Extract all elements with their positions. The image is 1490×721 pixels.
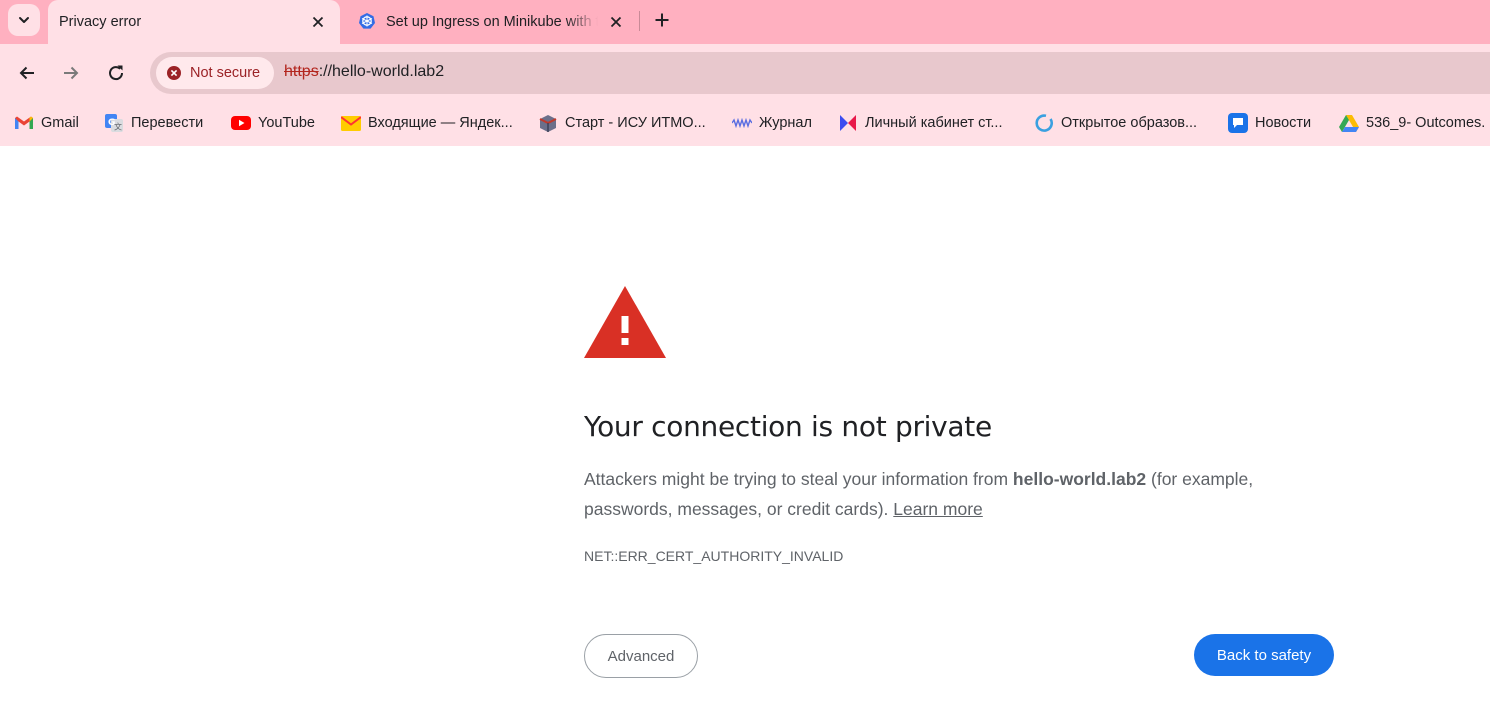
openedu-icon [1034, 113, 1054, 133]
journal-icon [732, 113, 752, 133]
bookmark-drive-outcomes[interactable]: 536_9- Outcomes. [1339, 110, 1485, 136]
reload-icon [109, 65, 124, 81]
url-text[interactable]: https://hello-world.lab2 [284, 63, 444, 81]
interstitial-content: Your connection is not private Attackers… [0, 146, 1490, 721]
advanced-button[interactable]: Advanced [584, 634, 698, 678]
bookmark-label: YouTube [258, 115, 315, 131]
bookmark-translate[interactable]: G 文 Перевести [104, 110, 203, 136]
error-description: Attackers might be trying to steal your … [584, 464, 1324, 524]
gmail-icon [14, 113, 34, 133]
page-title: Your connection is not private [584, 410, 992, 443]
bookmark-openedu[interactable]: Открытое образов... [1034, 110, 1197, 136]
url-host: ://hello-world.lab2 [318, 63, 445, 80]
bookmark-yandex-mail[interactable]: Входящие — Яндек... [341, 110, 513, 136]
news-icon [1228, 113, 1248, 133]
bookmark-label: Журнал [759, 115, 812, 131]
tab-strip: Privacy error Set up Ingress on Minikube… [0, 0, 1490, 44]
bookmark-label: Открытое образов... [1061, 115, 1198, 131]
arrow-right-icon [64, 66, 79, 80]
cabinet-icon [838, 113, 858, 133]
bookmark-label: Gmail [41, 115, 79, 131]
new-tab-button[interactable] [648, 6, 676, 34]
close-icon [610, 16, 622, 28]
bookmarks-bar: Gmail G 文 Перевести YouTube Входящие — Я… [0, 102, 1490, 146]
plus-icon [655, 13, 669, 27]
tab-close-button[interactable] [308, 12, 328, 32]
security-chip[interactable]: Not secure [156, 57, 274, 89]
bookmark-youtube[interactable]: YouTube [231, 110, 315, 136]
svg-text:文: 文 [114, 122, 122, 132]
bookmark-gmail[interactable]: Gmail [14, 110, 79, 136]
desc-host: hello-world.lab2 [1012, 469, 1147, 489]
bookmark-label: Личный кабинет ст... [865, 115, 1003, 131]
forward-button[interactable] [56, 58, 86, 88]
bookmark-news[interactable]: Новости [1228, 110, 1311, 136]
close-icon [312, 16, 324, 28]
address-bar[interactable]: Not secure https://hello-world.lab2 [150, 52, 1490, 94]
tab-title: Set up Ingress on Minikube with the NGIN… [386, 14, 598, 30]
learn-more-link[interactable]: Learn more [893, 499, 983, 519]
bookmark-label: Перевести [131, 115, 204, 131]
warning-triangle-icon [584, 286, 666, 358]
translate-icon: G 文 [104, 113, 124, 133]
toolbar: Not secure https://hello-world.lab2 [0, 44, 1490, 102]
error-circle-icon [167, 66, 181, 80]
yandex-mail-icon [341, 113, 361, 133]
bookmark-label: Новости [1255, 115, 1312, 131]
chevron-down-icon [19, 17, 29, 23]
bookmark-isu-itmo[interactable]: Старт - ИСУ ИТМО... [538, 110, 706, 136]
url-scheme: https [284, 63, 319, 80]
tab-minikube-ingress[interactable]: Set up Ingress on Minikube with the NGIN… [348, 0, 638, 44]
bookmark-label: Входящие — Яндек... [368, 115, 513, 131]
tab-separator [639, 11, 640, 31]
security-chip-label: Not secure [190, 65, 261, 81]
error-code: NET::ERR_CERT_AUTHORITY_INVALID [584, 548, 844, 564]
back-button[interactable] [12, 58, 42, 88]
bookmark-personal-cabinet[interactable]: Личный кабинет ст... [838, 110, 1003, 136]
tab-title: Privacy error [59, 14, 142, 30]
desc-text: Attackers might be trying to steal your … [584, 469, 1013, 489]
bookmark-label: 536_9- Outcomes. [1366, 115, 1486, 131]
tab-privacy-error[interactable]: Privacy error [48, 0, 340, 44]
back-to-safety-button[interactable]: Back to safety [1194, 634, 1334, 676]
bookmark-journal[interactable]: Журнал [732, 110, 812, 136]
google-drive-icon [1339, 113, 1359, 133]
kubernetes-icon [359, 13, 375, 29]
tab-close-button[interactable] [606, 12, 626, 32]
reload-button[interactable] [101, 58, 131, 88]
tab-search-button[interactable] [8, 4, 40, 36]
arrow-left-icon [19, 66, 34, 80]
isu-icon [538, 113, 558, 133]
youtube-icon [231, 113, 251, 133]
bookmark-label: Старт - ИСУ ИТМО... [565, 115, 706, 131]
